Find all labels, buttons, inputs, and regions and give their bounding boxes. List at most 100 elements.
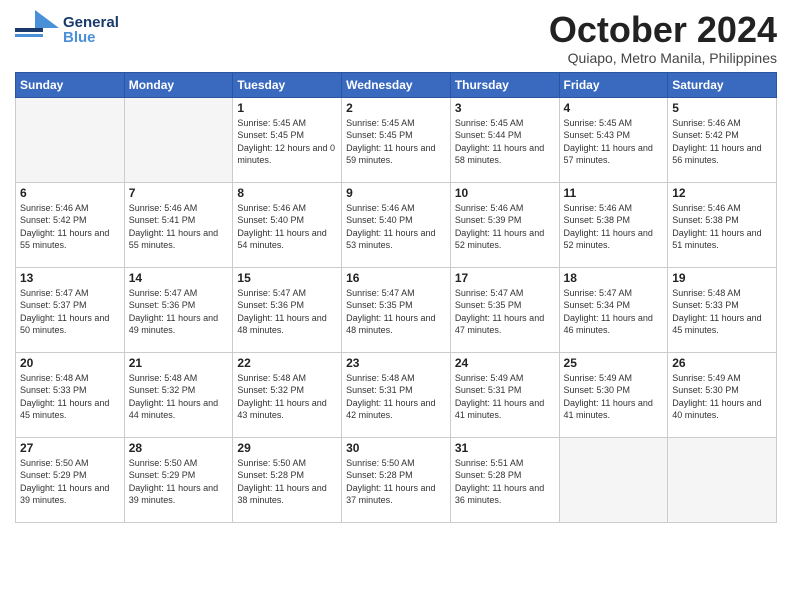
table-row: 21 Sunrise: 5:48 AM Sunset: 5:32 PM Dayli…	[124, 352, 233, 437]
cell-text: Sunrise: 5:46 AM Sunset: 5:42 PM Dayligh…	[20, 202, 120, 252]
cell-text: Sunrise: 5:48 AM Sunset: 5:33 PM Dayligh…	[20, 372, 120, 422]
cell-text: Sunrise: 5:48 AM Sunset: 5:32 PM Dayligh…	[237, 372, 337, 422]
col-tuesday: Tuesday	[233, 72, 342, 97]
cell-text: Sunrise: 5:46 AM Sunset: 5:42 PM Dayligh…	[672, 117, 772, 167]
calendar: Sunday Monday Tuesday Wednesday Thursday…	[15, 72, 777, 523]
cell-text: Sunrise: 5:46 AM Sunset: 5:41 PM Dayligh…	[129, 202, 229, 252]
col-friday: Friday	[559, 72, 668, 97]
cell-text: Sunrise: 5:46 AM Sunset: 5:39 PM Dayligh…	[455, 202, 555, 252]
table-row	[16, 97, 125, 182]
logo-text: General Blue	[63, 15, 119, 45]
day-number: 28	[129, 441, 229, 455]
calendar-body: 1 Sunrise: 5:45 AM Sunset: 5:45 PM Daylig…	[16, 97, 777, 522]
calendar-header: Sunday Monday Tuesday Wednesday Thursday…	[16, 72, 777, 97]
table-row: 10Sunrise: 5:46 AM Sunset: 5:39 PM Dayli…	[450, 182, 559, 267]
location: Quiapo, Metro Manila, Philippines	[549, 50, 777, 66]
table-row: 13 Sunrise: 5:47 AM Sunset: 5:37 PM Dayli…	[16, 267, 125, 352]
table-row: 14Sunrise: 5:47 AM Sunset: 5:36 PM Dayli…	[124, 267, 233, 352]
cell-text: Sunrise: 5:49 AM Sunset: 5:30 PM Dayligh…	[672, 372, 772, 422]
table-row: 1 Sunrise: 5:45 AM Sunset: 5:45 PM Daylig…	[233, 97, 342, 182]
col-saturday: Saturday	[668, 72, 777, 97]
cell-text: Sunrise: 5:47 AM Sunset: 5:35 PM Dayligh…	[455, 287, 555, 337]
cell-text: Sunrise: 5:46 AM Sunset: 5:38 PM Dayligh…	[672, 202, 772, 252]
cell-text: Sunrise: 5:47 AM Sunset: 5:36 PM Dayligh…	[237, 287, 337, 337]
day-number: 1	[237, 101, 337, 115]
day-number: 3	[455, 101, 555, 115]
day-number: 12	[672, 186, 772, 200]
cell-text: Sunrise: 5:49 AM Sunset: 5:30 PM Dayligh…	[564, 372, 664, 422]
cell-text: Sunrise: 5:45 AM Sunset: 5:45 PM Dayligh…	[346, 117, 446, 167]
cell-text: Sunrise: 5:45 AM Sunset: 5:45 PM Dayligh…	[237, 117, 337, 167]
month-title: October 2024	[549, 10, 777, 50]
day-number: 15	[237, 271, 337, 285]
cell-text: Sunrise: 5:48 AM Sunset: 5:31 PM Dayligh…	[346, 372, 446, 422]
day-number: 27	[20, 441, 120, 455]
table-row: 30Sunrise: 5:50 AM Sunset: 5:28 PM Dayli…	[342, 437, 451, 522]
table-row: 8 Sunrise: 5:46 AM Sunset: 5:40 PM Daylig…	[233, 182, 342, 267]
table-row: 25 Sunrise: 5:49 AM Sunset: 5:30 PM Dayli…	[559, 352, 668, 437]
day-number: 14	[129, 271, 229, 285]
cell-text: Sunrise: 5:50 AM Sunset: 5:28 PM Dayligh…	[346, 457, 446, 507]
table-row: 27Sunrise: 5:50 AM Sunset: 5:29 PM Dayli…	[16, 437, 125, 522]
table-row: 2 Sunrise: 5:45 AM Sunset: 5:45 PM Daylig…	[342, 97, 451, 182]
cell-text: Sunrise: 5:46 AM Sunset: 5:40 PM Dayligh…	[346, 202, 446, 252]
table-row: 18Sunrise: 5:47 AM Sunset: 5:34 PM Dayli…	[559, 267, 668, 352]
table-row: 5 Sunrise: 5:46 AM Sunset: 5:42 PM Daylig…	[668, 97, 777, 182]
day-number: 8	[237, 186, 337, 200]
logo-icon	[15, 10, 59, 50]
day-number: 4	[564, 101, 664, 115]
cell-text: Sunrise: 5:50 AM Sunset: 5:29 PM Dayligh…	[129, 457, 229, 507]
table-row: 7 Sunrise: 5:46 AM Sunset: 5:41 PM Daylig…	[124, 182, 233, 267]
day-number: 29	[237, 441, 337, 455]
day-number: 19	[672, 271, 772, 285]
table-row: 26 Sunrise: 5:49 AM Sunset: 5:30 PM Dayli…	[668, 352, 777, 437]
table-row: 19 Sunrise: 5:48 AM Sunset: 5:33 PM Dayli…	[668, 267, 777, 352]
col-sunday: Sunday	[16, 72, 125, 97]
table-row: 11Sunrise: 5:46 AM Sunset: 5:38 PM Dayli…	[559, 182, 668, 267]
table-row: 6 Sunrise: 5:46 AM Sunset: 5:42 PM Daylig…	[16, 182, 125, 267]
logo-blue: Blue	[63, 30, 119, 45]
day-number: 23	[346, 356, 446, 370]
day-number: 2	[346, 101, 446, 115]
cell-text: Sunrise: 5:47 AM Sunset: 5:35 PM Dayligh…	[346, 287, 446, 337]
day-number: 5	[672, 101, 772, 115]
table-row: 12 Sunrise: 5:46 AM Sunset: 5:38 PM Dayli…	[668, 182, 777, 267]
table-row: 20Sunrise: 5:48 AM Sunset: 5:33 PM Dayli…	[16, 352, 125, 437]
cell-text: Sunrise: 5:49 AM Sunset: 5:31 PM Dayligh…	[455, 372, 555, 422]
table-row: 23 Sunrise: 5:48 AM Sunset: 5:31 PM Dayli…	[342, 352, 451, 437]
day-number: 24	[455, 356, 555, 370]
day-number: 25	[564, 356, 664, 370]
table-row	[124, 97, 233, 182]
table-row: 3Sunrise: 5:45 AM Sunset: 5:44 PM Daylig…	[450, 97, 559, 182]
day-number: 6	[20, 186, 120, 200]
page-header: General Blue October 2024 Quiapo, Metro …	[15, 10, 777, 66]
cell-text: Sunrise: 5:50 AM Sunset: 5:28 PM Dayligh…	[237, 457, 337, 507]
cell-text: Sunrise: 5:47 AM Sunset: 5:37 PM Dayligh…	[20, 287, 120, 337]
table-row: 28 Sunrise: 5:50 AM Sunset: 5:29 PM Dayli…	[124, 437, 233, 522]
day-number: 13	[20, 271, 120, 285]
day-number: 7	[129, 186, 229, 200]
day-number: 21	[129, 356, 229, 370]
table-row: 24 Sunrise: 5:49 AM Sunset: 5:31 PM Dayli…	[450, 352, 559, 437]
table-row	[668, 437, 777, 522]
table-row: 17 Sunrise: 5:47 AM Sunset: 5:35 PM Dayli…	[450, 267, 559, 352]
table-row: 4 Sunrise: 5:45 AM Sunset: 5:43 PM Daylig…	[559, 97, 668, 182]
col-thursday: Thursday	[450, 72, 559, 97]
table-row: 31Sunrise: 5:51 AM Sunset: 5:28 PM Dayli…	[450, 437, 559, 522]
day-number: 26	[672, 356, 772, 370]
col-wednesday: Wednesday	[342, 72, 451, 97]
cell-text: Sunrise: 5:48 AM Sunset: 5:32 PM Dayligh…	[129, 372, 229, 422]
table-row: 22 Sunrise: 5:48 AM Sunset: 5:32 PM Dayli…	[233, 352, 342, 437]
table-row	[559, 437, 668, 522]
cell-text: Sunrise: 5:45 AM Sunset: 5:43 PM Dayligh…	[564, 117, 664, 167]
title-block: October 2024 Quiapo, Metro Manila, Phili…	[549, 10, 777, 66]
day-number: 31	[455, 441, 555, 455]
day-number: 22	[237, 356, 337, 370]
cell-text: Sunrise: 5:46 AM Sunset: 5:40 PM Dayligh…	[237, 202, 337, 252]
cell-text: Sunrise: 5:48 AM Sunset: 5:33 PM Dayligh…	[672, 287, 772, 337]
table-row: 29 Sunrise: 5:50 AM Sunset: 5:28 PM Dayli…	[233, 437, 342, 522]
logo-general: General	[63, 15, 119, 30]
table-row: 15 Sunrise: 5:47 AM Sunset: 5:36 PM Dayli…	[233, 267, 342, 352]
day-number: 9	[346, 186, 446, 200]
day-number: 17	[455, 271, 555, 285]
